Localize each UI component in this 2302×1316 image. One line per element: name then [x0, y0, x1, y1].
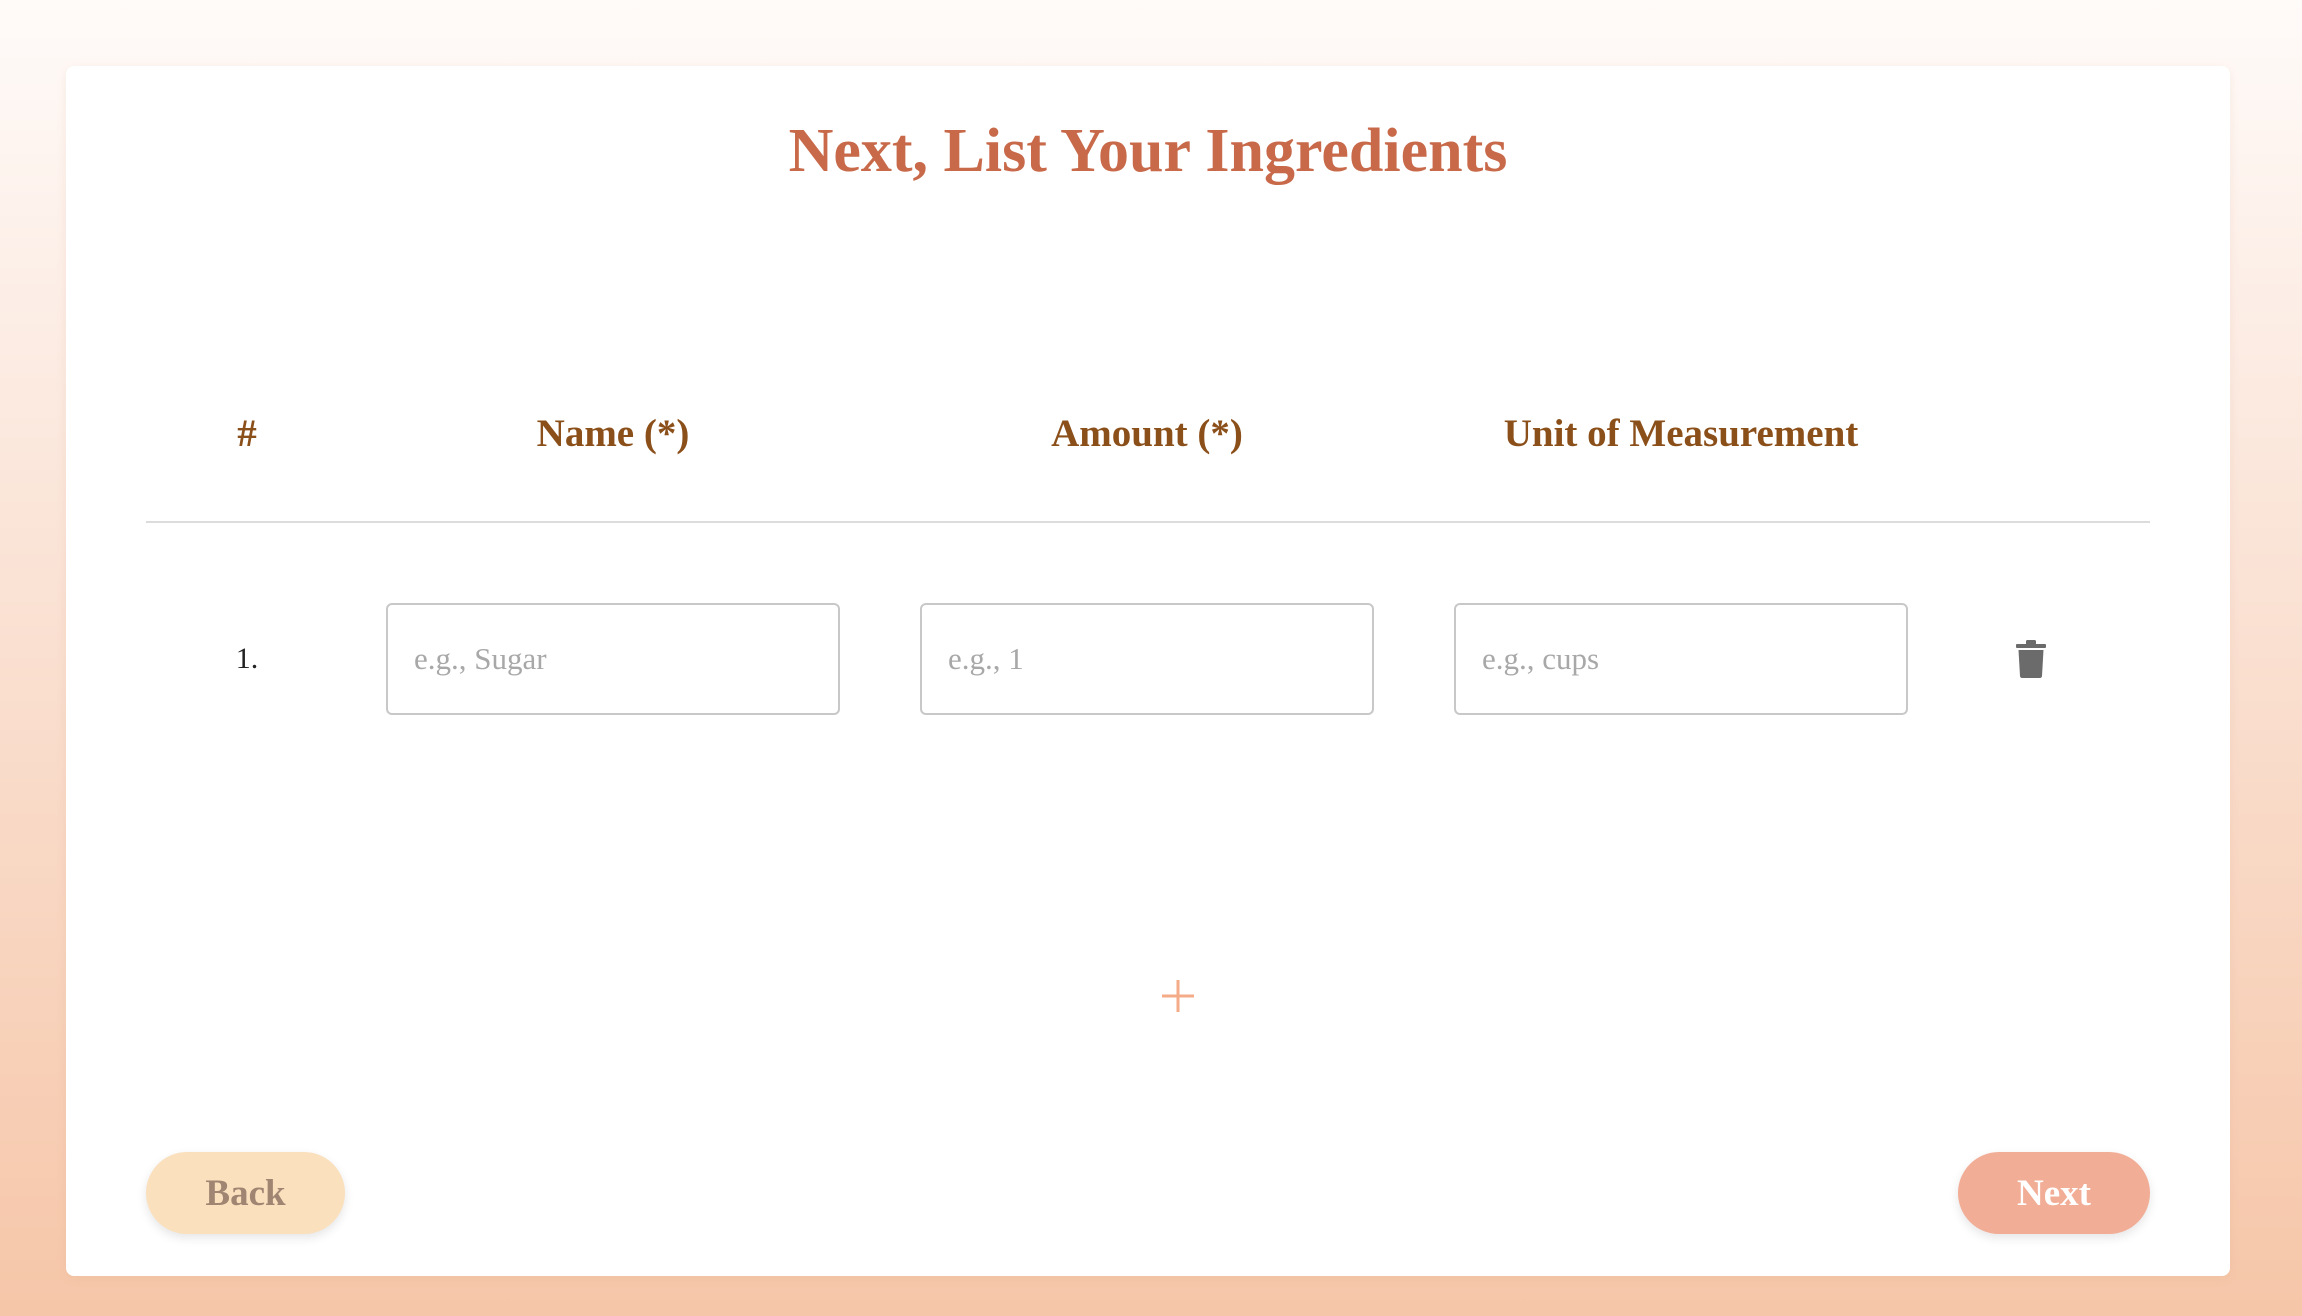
table-header: # Name (*) Amount (*) Unit of Measuremen… — [66, 394, 2230, 474]
add-ingredient-button[interactable] — [1148, 966, 1208, 1026]
plus-icon — [1162, 980, 1194, 1012]
page-title: Next, List Your Ingredients — [788, 117, 1508, 185]
table-divider — [146, 521, 2150, 523]
ingredient-unit-input[interactable] — [1454, 603, 1908, 715]
row-number: 1. — [235, 642, 259, 675]
column-header-amount: Amount (*) — [1051, 412, 1243, 455]
next-button[interactable]: Next — [1958, 1152, 2150, 1234]
column-header-unit: Unit of Measurement — [1503, 412, 1859, 455]
ingredient-name-input[interactable] — [386, 603, 840, 715]
column-header-name: Name (*) — [536, 412, 690, 455]
form-card: Next, List Your Ingredients # Name (*) A… — [66, 66, 2230, 1276]
delete-row-button[interactable] — [2006, 603, 2056, 715]
trash-icon — [2016, 640, 2046, 678]
column-header-number: # — [237, 412, 257, 455]
table-row: 1. — [66, 603, 2230, 715]
back-button[interactable]: Back — [146, 1152, 345, 1234]
ingredient-amount-input[interactable] — [920, 603, 1374, 715]
